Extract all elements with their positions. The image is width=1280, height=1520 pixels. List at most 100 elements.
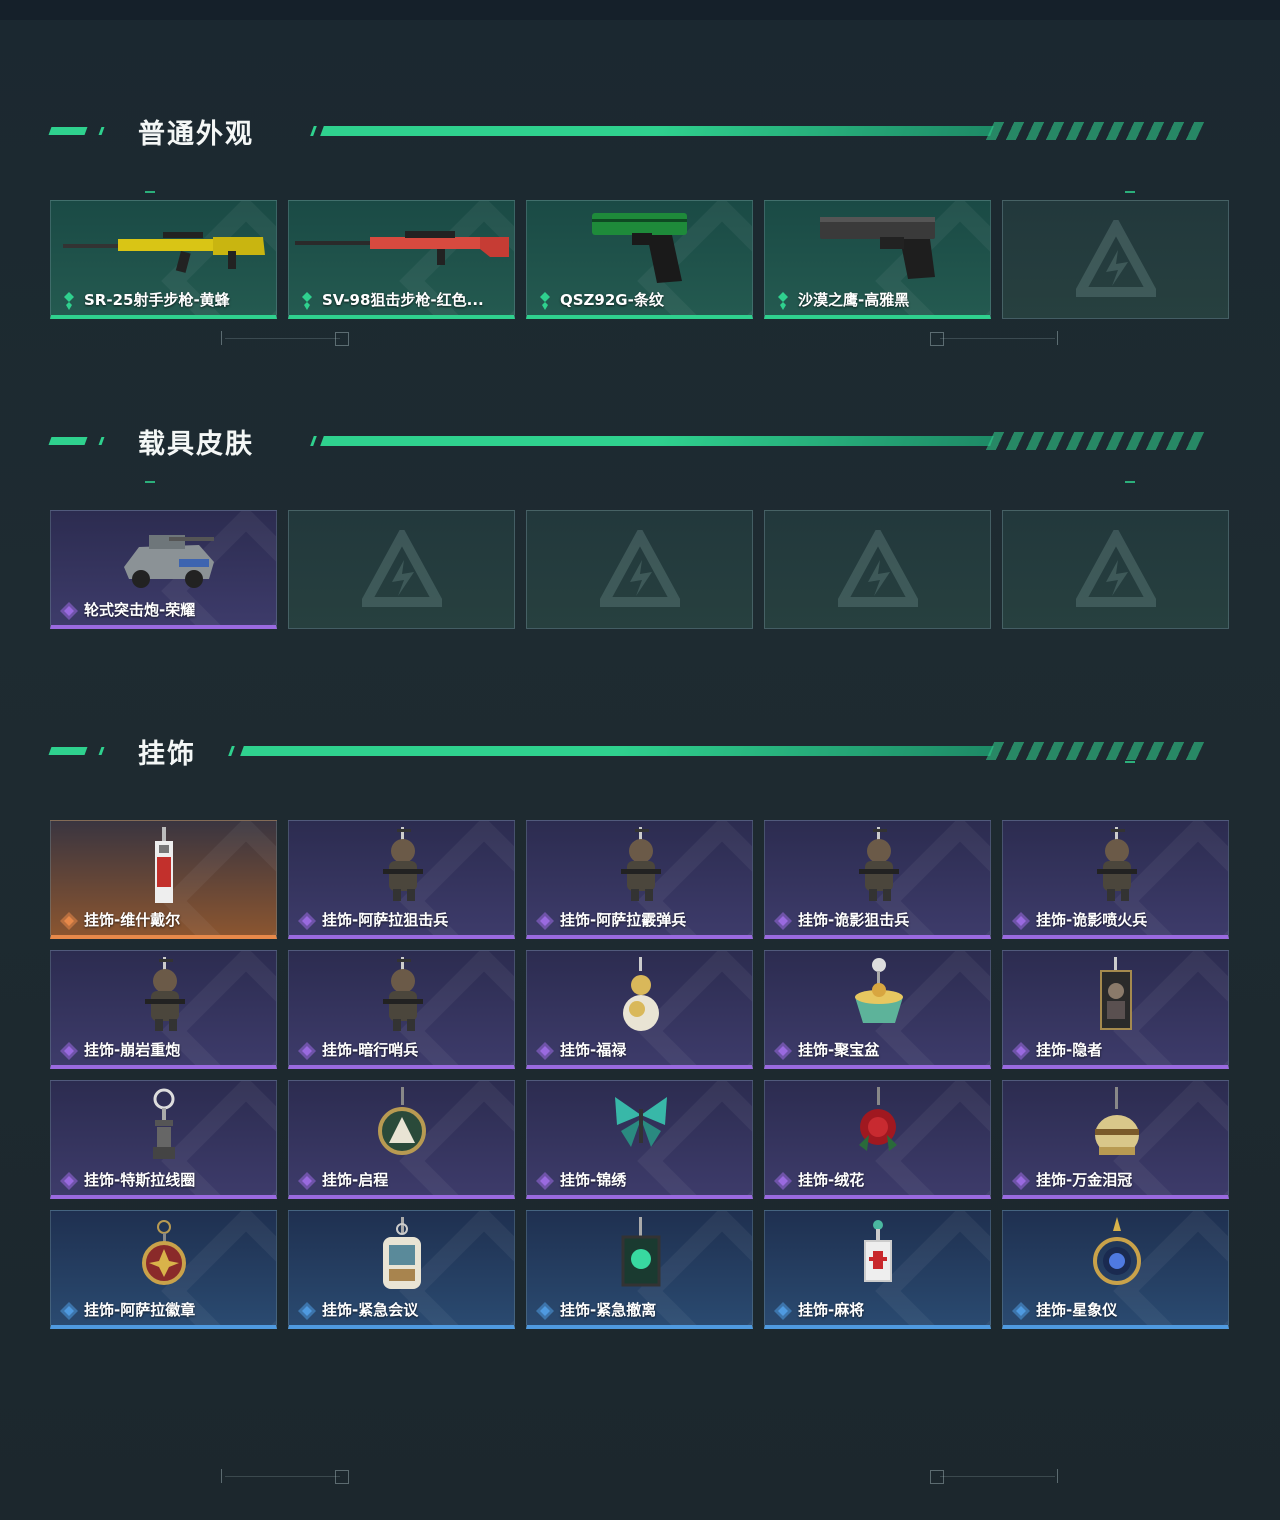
item-name-label: 沙漠之鹰-高雅黑 <box>798 291 910 309</box>
item-name-label: 挂饰-维什戴尔 <box>84 911 181 929</box>
item-card[interactable]: 挂饰-万金泪冠 <box>1002 1080 1229 1199</box>
charm-card-icon <box>51 827 276 907</box>
divider-line <box>225 338 340 339</box>
header-accent-bar <box>48 437 88 445</box>
header-progress-line <box>240 746 994 756</box>
item-name-label: 挂饰-阿萨拉徽章 <box>84 1301 196 1319</box>
section-header-charms: 挂饰 <box>48 738 1205 770</box>
deco-tick <box>1057 331 1058 345</box>
rarity-diamond-icon <box>1012 1302 1030 1320</box>
item-card[interactable]: 挂饰-聚宝盆 <box>764 950 991 1069</box>
item-card[interactable]: 挂饰-绒花 <box>764 1080 991 1199</box>
item-card[interactable]: SV-98狙击步枪-红色... <box>288 200 515 319</box>
rarity-diamond-icon <box>536 1042 554 1060</box>
item-card[interactable]: 挂饰-锦绣 <box>526 1080 753 1199</box>
item-name-label: 挂饰-锦绣 <box>560 1171 627 1189</box>
header-accent-slash <box>98 747 105 755</box>
deco-tick <box>221 331 222 345</box>
header-progress-line <box>320 436 994 446</box>
deco-tick <box>221 1469 222 1483</box>
item-name-label: 挂饰-绒花 <box>798 1171 865 1189</box>
item-card[interactable]: 挂饰-暗行哨兵 <box>288 950 515 1069</box>
item-card[interactable]: 挂饰-隐者 <box>1002 950 1229 1069</box>
empty-slot-logo-icon <box>595 525 684 610</box>
item-name-label: 挂饰-星象仪 <box>1036 1301 1118 1319</box>
header-accent-slash <box>98 127 105 135</box>
item-name-label: 挂饰-启程 <box>322 1171 389 1189</box>
empty-slot-card <box>1002 200 1229 319</box>
item-name-label: 挂饰-阿萨拉霰弹兵 <box>560 911 687 929</box>
item-card[interactable]: 挂饰-福禄 <box>526 950 753 1069</box>
item-name-label: 挂饰-麻将 <box>798 1301 865 1319</box>
divider-line <box>940 338 1055 339</box>
item-card[interactable]: 挂饰-阿萨拉徽章 <box>50 1210 277 1329</box>
section-header-skins: 普通外观 <box>48 118 1205 150</box>
item-name-label: QSZ92G-条纹 <box>560 291 664 309</box>
header-checker-pattern <box>985 122 1205 140</box>
rarity-diamond-icon <box>774 1172 792 1190</box>
rarity-diamond-icon <box>298 1302 316 1320</box>
header-accent-slash <box>98 437 105 445</box>
charm-soldier-icon <box>51 957 276 1037</box>
item-card[interactable]: 沙漠之鹰-高雅黑 <box>764 200 991 319</box>
deco-square <box>335 1470 349 1484</box>
rarity-diamond-icon <box>1012 1172 1030 1190</box>
rarity-diamond-icon <box>774 1302 792 1320</box>
item-name-label: 轮式突击炮-荣耀 <box>84 601 196 619</box>
rarity-diamond-icon <box>536 912 554 930</box>
item-name-label: 挂饰-隐者 <box>1036 1041 1103 1059</box>
section-title: 普通外观 <box>138 119 254 150</box>
rarity-diamond-icon <box>536 292 554 310</box>
empty-slot-logo-icon <box>1071 525 1160 610</box>
rarity-diamond-icon <box>774 292 792 310</box>
header-checker-pattern <box>985 742 1205 760</box>
section-title: 挂饰 <box>138 739 196 770</box>
item-name-label: 挂饰-暗行哨兵 <box>322 1041 419 1059</box>
charm-sticker-icon <box>289 1217 514 1297</box>
empty-slot-card <box>764 510 991 629</box>
item-card[interactable]: 挂饰-阿萨拉狙击兵 <box>288 820 515 939</box>
item-name-label: 挂饰-崩岩重炮 <box>84 1041 181 1059</box>
charm-soldier-icon <box>1003 827 1228 907</box>
item-card[interactable]: 轮式突击炮-荣耀 <box>50 510 277 629</box>
divider-line <box>225 1476 340 1477</box>
empty-slot-card <box>288 510 515 629</box>
item-card[interactable]: 挂饰-启程 <box>288 1080 515 1199</box>
charm-mahjong-icon <box>765 1217 990 1297</box>
charm-medal-icon <box>289 1087 514 1167</box>
pistol-green-icon <box>527 207 752 287</box>
empty-slot-logo-icon <box>1071 215 1160 300</box>
rarity-diamond-icon <box>774 1042 792 1060</box>
corner-mark <box>1125 191 1135 193</box>
empty-slot-logo-icon <box>357 525 446 610</box>
section-header-vehicles: 载具皮肤 <box>48 428 1205 460</box>
charm-badge-icon <box>51 1217 276 1297</box>
item-card[interactable]: 挂饰-紧急会议 <box>288 1210 515 1329</box>
item-name-label: 挂饰-万金泪冠 <box>1036 1171 1133 1189</box>
item-card[interactable]: 挂饰-紧急撤离 <box>526 1210 753 1329</box>
pistol-black-icon <box>765 207 990 287</box>
rarity-diamond-icon <box>298 1172 316 1190</box>
charm-tarot-icon <box>1003 957 1228 1037</box>
charm-crown-icon <box>1003 1087 1228 1167</box>
header-progress-line <box>320 126 994 136</box>
charm-rose-icon <box>765 1087 990 1167</box>
corner-mark <box>1125 481 1135 483</box>
item-card[interactable]: 挂饰-特斯拉线圈 <box>50 1080 277 1199</box>
header-accent-slash <box>310 436 317 446</box>
item-card[interactable]: 挂饰-麻将 <box>764 1210 991 1329</box>
item-card[interactable]: 挂饰-诡影喷火兵 <box>1002 820 1229 939</box>
item-card[interactable]: 挂饰-崩岩重炮 <box>50 950 277 1069</box>
rarity-diamond-icon <box>536 1172 554 1190</box>
item-card[interactable]: 挂饰-阿萨拉霰弹兵 <box>526 820 753 939</box>
item-card[interactable]: 挂饰-维什戴尔 <box>50 820 277 939</box>
item-card[interactable]: 挂饰-诡影狙击兵 <box>764 820 991 939</box>
item-card[interactable]: 挂饰-星象仪 <box>1002 1210 1229 1329</box>
rifle-yellow-icon <box>51 207 276 287</box>
item-card[interactable]: QSZ92G-条纹 <box>526 200 753 319</box>
charm-soldier-icon <box>289 827 514 907</box>
charm-butterfly-icon <box>527 1087 752 1167</box>
header-checker-pattern <box>985 432 1205 450</box>
charm-cube-icon <box>527 1217 752 1297</box>
item-card[interactable]: SR-25射手步枪-黄蜂 <box>50 200 277 319</box>
